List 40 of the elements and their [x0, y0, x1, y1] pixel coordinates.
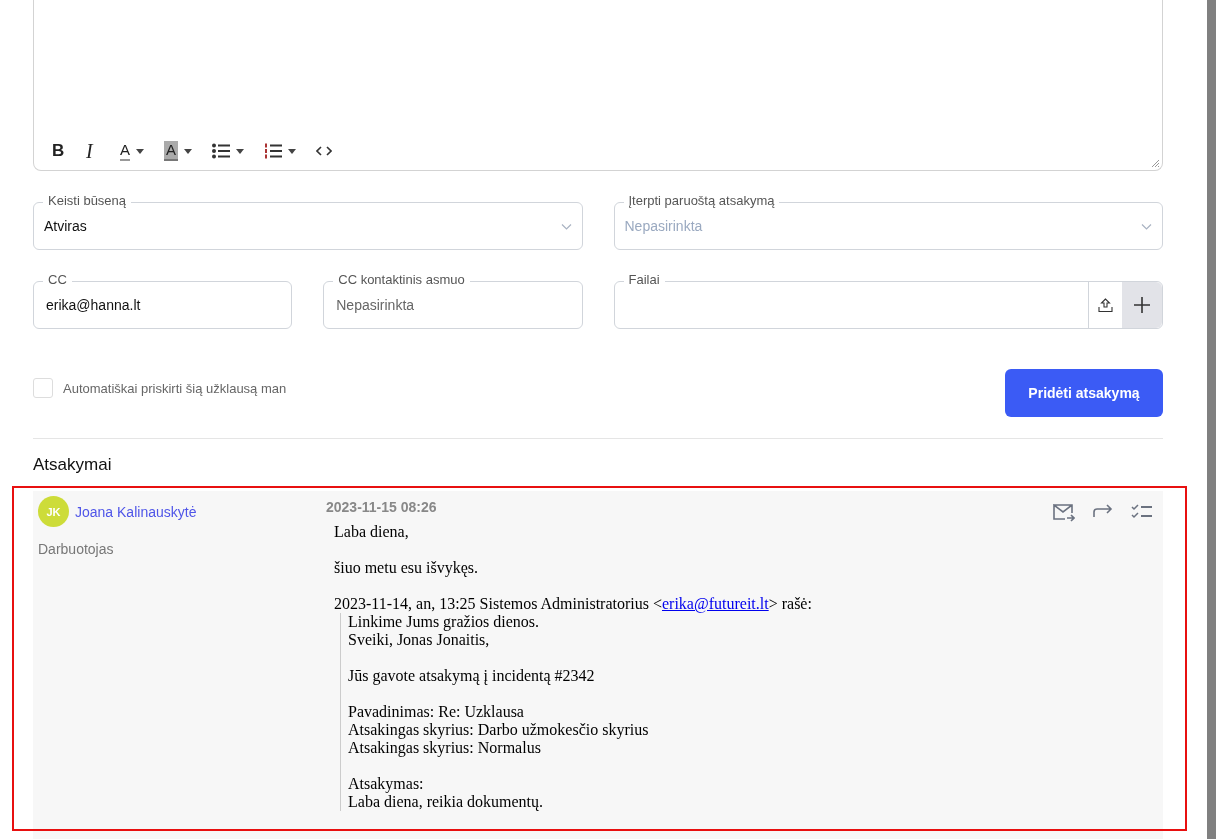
upload-icon [1098, 297, 1113, 313]
highlight-tool-button[interactable]: A [156, 139, 201, 163]
chevron-down-icon [560, 224, 572, 230]
text-color-tool-button[interactable]: A [112, 139, 152, 163]
checkbox-label: Automatiškai priskirti šią užklausą man [63, 380, 287, 396]
forward-icon[interactable] [1093, 504, 1113, 518]
field-label: Keisti būseną [43, 193, 132, 209]
avatar: JK [38, 496, 69, 527]
plus-icon [1134, 297, 1150, 313]
code-icon [316, 146, 333, 156]
quote-header: 2023-11-14, an, 13:25 Sistemos Administratorius <erika@futureit.lt> rašė: [334, 595, 813, 613]
checklist-icon[interactable] [1131, 504, 1153, 520]
checkbox[interactable] [33, 378, 53, 398]
add-reply-button[interactable]: Pridėti atsakymą [1005, 369, 1163, 417]
author-role: Darbuotojas [38, 541, 115, 557]
numbered-list-icon [264, 143, 283, 159]
caret-icon [236, 148, 245, 154]
italic-tool-button[interactable]: I [78, 139, 108, 163]
envelope-arrow-icon[interactable] [1053, 504, 1075, 522]
message-paragraph: Laba diena, [334, 523, 410, 541]
email-link[interactable]: erika@futureit.lt [662, 595, 769, 612]
chevron-down-icon [1141, 224, 1152, 230]
resize-grip-icon[interactable] [1151, 159, 1159, 167]
message-paragraph: šiuo metu esu išvykęs. [334, 559, 479, 577]
bullet-list-icon [212, 143, 231, 159]
caret-icon [288, 148, 297, 154]
quoted-paragraph: Jūs gavote atsakymą į incidentą #2342 [348, 667, 596, 685]
add-file-button[interactable] [1122, 282, 1162, 328]
quoted-paragraph: Atsakymas: Laba diena, reikia dokumentų. [348, 775, 545, 811]
author-link[interactable]: Joana Kalinauskytė [75, 503, 197, 520]
bold-tool-button[interactable]: B [44, 139, 74, 163]
caret-icon [184, 148, 193, 154]
scrollbar[interactable] [1207, 0, 1216, 839]
quoted-paragraph: Linkime Jums gražios dienos. Sveiki, Jonas Jonaitis, [348, 613, 541, 649]
caret-icon [136, 148, 144, 154]
section-title: Atsakymai [33, 455, 113, 475]
reply-date: 2023-11-15 08:26 [326, 499, 438, 515]
field-label: Įterpti paruoštą atsakymą [623, 193, 780, 209]
text-editor[interactable]: B I A A [33, 0, 1163, 171]
quoted-paragraph: Pavadinimas: Re: Uzklausa Atsakingas skyrius: Darbo užmokesčio skyrius Atsakingas skyrius: Normalus [348, 703, 650, 757]
